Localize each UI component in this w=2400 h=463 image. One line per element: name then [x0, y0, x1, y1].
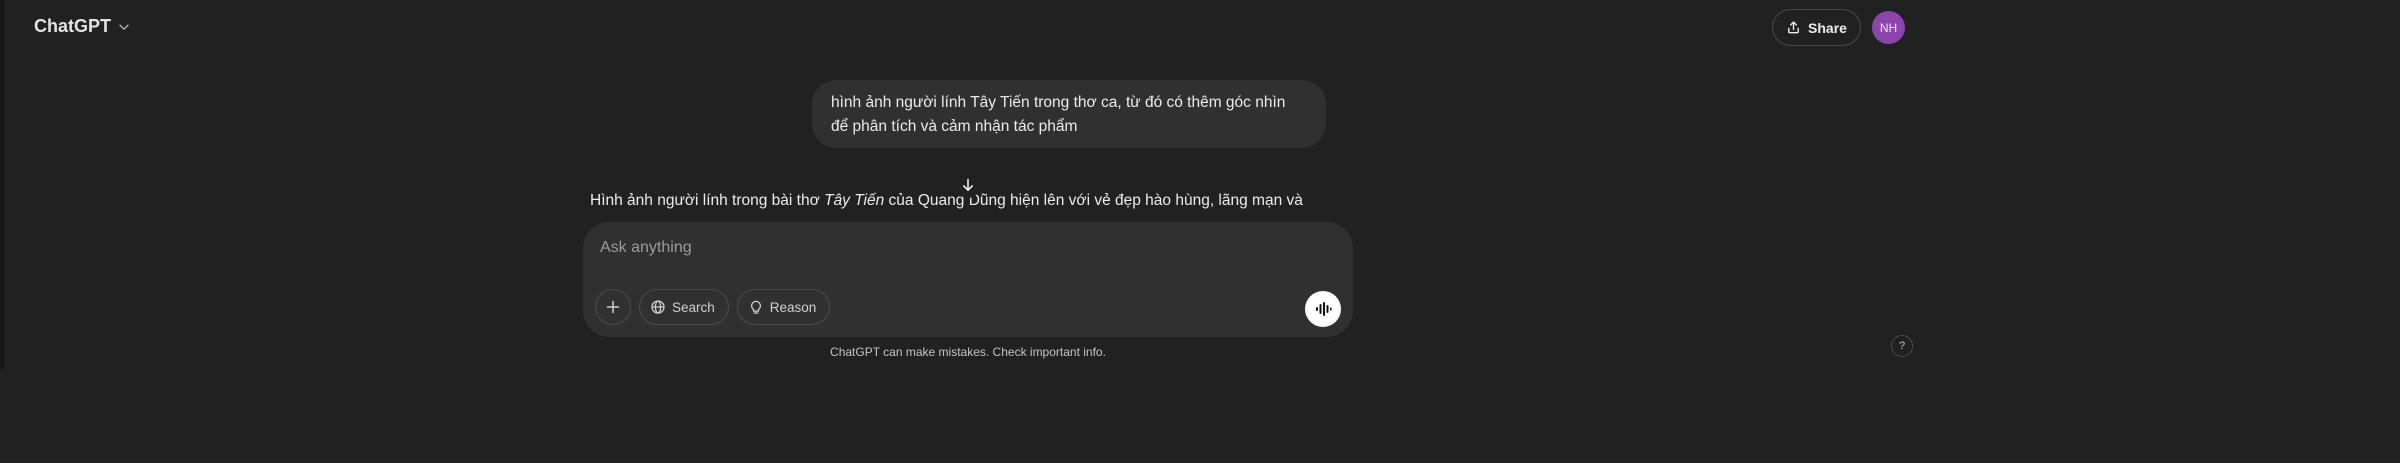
user-message-bubble: hình ảnh người lính Tây Tiến trong thơ c…	[812, 80, 1326, 148]
reason-button[interactable]: Reason	[736, 289, 831, 325]
share-label: Share	[1808, 19, 1847, 36]
scroll-to-bottom-button[interactable]	[955, 172, 981, 198]
chevron-down-icon	[119, 24, 129, 30]
user-avatar[interactable]: NH	[1872, 11, 1905, 44]
disclaimer-text: ChatGPT can make mistakes. Check importa…	[830, 345, 1106, 359]
search-label: Search	[672, 299, 715, 315]
voice-mode-button[interactable]	[1305, 291, 1341, 327]
message-composer: Search Reason	[583, 222, 1353, 337]
assistant-text: của Quang Dũng hiện lên với vẻ đẹp hào h…	[884, 192, 1303, 209]
search-button[interactable]: Search	[639, 289, 729, 325]
assistant-text: Hình ảnh người lính trong bài thơ	[590, 192, 825, 209]
top-bar: ChatGPT Share NH	[10, 0, 1906, 56]
voice-waveform-icon	[1316, 302, 1332, 316]
chat-app: ChatGPT Share NH hình ảnh người lính Tây…	[0, 0, 1913, 370]
share-icon	[1788, 21, 1799, 34]
model-switcher[interactable]: ChatGPT	[34, 16, 131, 37]
user-message-line: hình ảnh người lính Tây Tiến trong thơ c…	[831, 94, 1286, 111]
prompt-input[interactable]	[600, 236, 1300, 260]
reason-label: Reason	[769, 299, 817, 315]
lightbulb-icon	[750, 300, 761, 314]
arrow-down-icon	[963, 178, 973, 191]
assistant-message-preview: Hình ảnh người lính trong bài thơ Tây Ti…	[590, 190, 1303, 212]
avatar-initials: NH	[1879, 20, 1898, 35]
globe-icon	[651, 300, 665, 314]
share-button[interactable]: Share	[1772, 9, 1861, 46]
composer-tools: Search Reason	[595, 289, 831, 325]
poem-title: Tây Tiến	[824, 192, 885, 209]
help-label: ?	[1898, 340, 1906, 352]
user-message-line: để phân tích và cảm nhận tác phẩm	[831, 118, 1078, 135]
help-button[interactable]: ?	[1891, 335, 1913, 357]
attach-button[interactable]	[595, 289, 631, 325]
plus-icon	[606, 300, 620, 314]
model-name: ChatGPT	[34, 16, 112, 36]
